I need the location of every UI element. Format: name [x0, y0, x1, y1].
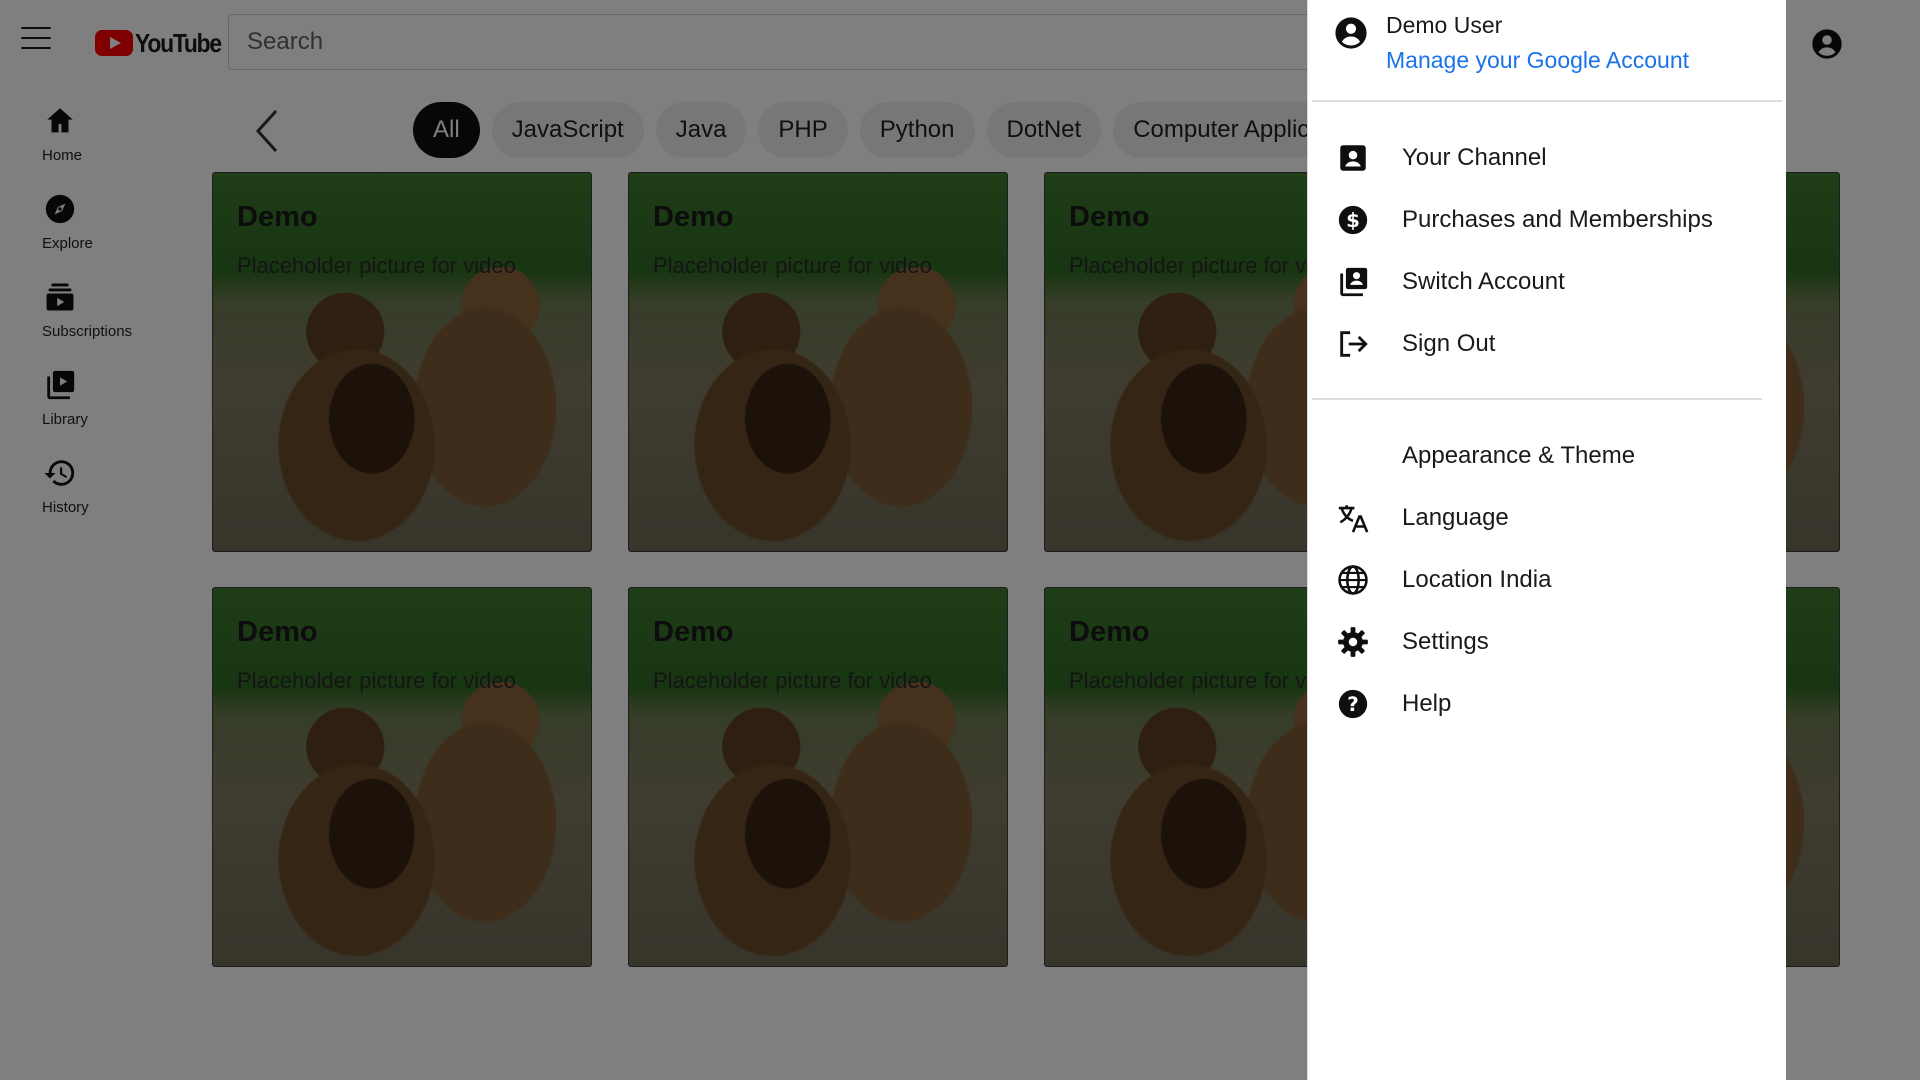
menu-item-label: Sign Out [1402, 330, 1496, 357]
menu-item-sign-out[interactable]: Sign Out [1308, 318, 1786, 370]
help-icon: ? [1336, 687, 1370, 721]
menu-item-label: Location India [1402, 566, 1552, 593]
account-menu: Demo User Manage your Google Account You… [1308, 0, 1786, 1080]
switch-account-icon [1336, 265, 1370, 299]
globe-icon [1336, 563, 1370, 597]
menu-item-label: Purchases and Memberships [1402, 206, 1713, 233]
dollar-icon: $ [1336, 203, 1370, 237]
menu-item-label: Language [1402, 504, 1509, 531]
svg-text:?: ? [1347, 693, 1359, 716]
menu-item-label: Help [1402, 690, 1452, 717]
menu-item-purchases[interactable]: $ Purchases and Memberships [1308, 194, 1786, 246]
menu-item-help[interactable]: ? Help [1308, 678, 1786, 730]
menu-item-label: Settings [1402, 628, 1489, 655]
channel-icon [1336, 141, 1370, 175]
manage-account-link[interactable]: Manage your Google Account [1386, 47, 1689, 74]
account-user-name: Demo User [1386, 12, 1503, 38]
menu-divider [1312, 398, 1762, 400]
svg-text:$: $ [1346, 209, 1360, 232]
translate-icon [1336, 501, 1370, 535]
menu-item-appearance[interactable]: Appearance & Theme [1308, 430, 1786, 482]
menu-item-settings[interactable]: Settings [1308, 616, 1786, 668]
menu-item-language[interactable]: Language [1308, 492, 1786, 544]
menu-divider [1312, 100, 1782, 102]
menu-item-switch-account[interactable]: Switch Account [1308, 256, 1786, 308]
menu-item-label: Switch Account [1402, 268, 1565, 295]
menu-item-location[interactable]: Location India [1308, 554, 1786, 606]
moon-icon [1336, 439, 1370, 473]
sign-out-icon [1336, 327, 1370, 361]
menu-item-your-channel[interactable]: Your Channel [1308, 132, 1786, 184]
account-circle-icon [1334, 16, 1368, 50]
menu-item-label: Your Channel [1402, 144, 1547, 171]
gear-icon [1336, 625, 1370, 659]
menu-item-label: Appearance & Theme [1402, 442, 1636, 469]
